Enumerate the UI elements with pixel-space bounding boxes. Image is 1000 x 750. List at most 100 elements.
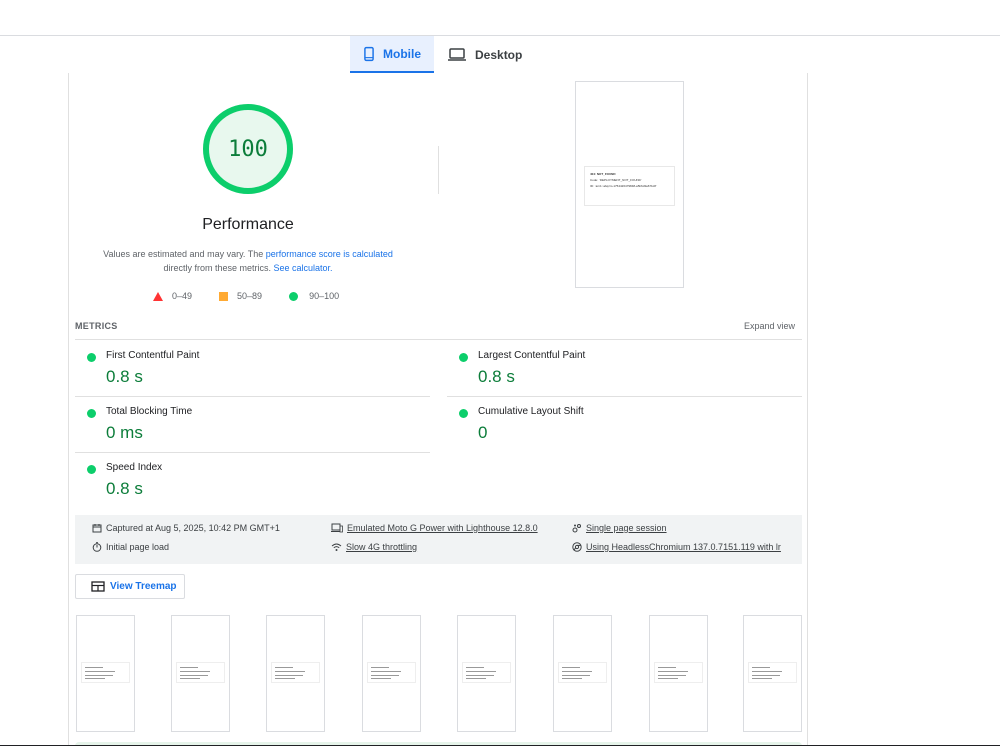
pass-dot-icon (87, 409, 96, 418)
laptop-icon (448, 48, 466, 61)
metric-label: Speed Index (106, 462, 163, 473)
view-treemap-button[interactable]: View Treemap (75, 574, 185, 599)
frame-text-line (371, 678, 391, 679)
legend-fail-label: 0–49 (172, 291, 193, 301)
screenshot-error-code: Code: `DEPLOYMENT_NOT_FOUND` (590, 178, 642, 182)
pass-dot-icon (87, 465, 96, 474)
filmstrip-frame (171, 615, 230, 732)
legend-pass: 90–100 (289, 291, 339, 301)
filmstrip-frame (553, 615, 612, 732)
smartphone-icon (364, 46, 374, 61)
score-calculated-link[interactable]: performance score is calculated (266, 249, 393, 259)
frame-error-box (81, 662, 130, 683)
frame-error-box (748, 662, 797, 683)
frame-text-line (752, 667, 770, 668)
bottom-edge (0, 745, 1000, 750)
calendar-icon (92, 524, 102, 533)
tab-desktop[interactable]: Desktop (434, 36, 535, 73)
frame-text-line (752, 678, 772, 679)
legend-pass-label: 90–100 (309, 291, 340, 301)
performance-score: 100 (228, 136, 268, 162)
metric-value: 0 (478, 423, 488, 442)
metric-label: First Contentful Paint (106, 350, 200, 361)
vertical-divider (438, 146, 439, 194)
metric-value: 0.8 s (106, 479, 143, 498)
frame-text-line (466, 671, 496, 672)
filmstrip-frame (76, 615, 135, 732)
frame-text-line (371, 675, 399, 676)
metric-label: Total Blocking Time (106, 406, 193, 417)
frame-text-line (466, 667, 484, 668)
frame-text-line (85, 671, 115, 672)
tab-mobile-label: Mobile (383, 46, 421, 61)
frame-text-line (371, 667, 389, 668)
frame-error-box (462, 662, 511, 683)
see-calculator-link[interactable]: See calculator. (273, 263, 332, 273)
metrics-divider (75, 339, 802, 340)
frame-text-line (275, 667, 293, 668)
frame-text-line (85, 678, 105, 679)
metric-value: 0.8 s (106, 367, 143, 386)
metric-label: Largest Contentful Paint (478, 350, 586, 361)
description-text-2: directly from these metrics. (163, 263, 274, 273)
expand-view-button[interactable]: Expand view (744, 321, 795, 331)
filmstrip-frame (266, 615, 325, 732)
performance-description: Values are estimated and may vary. The p… (89, 247, 407, 275)
frame-text-line (275, 675, 303, 676)
emulated-device[interactable]: Emulated Moto G Power with Lighthouse 12… (331, 523, 538, 533)
legend-fail: 0–49 (153, 291, 192, 301)
frame-text-line (180, 678, 200, 679)
frame-text-line (180, 671, 210, 672)
network-throttling[interactable]: Slow 4G throttling (331, 542, 417, 552)
frame-text-line (275, 671, 305, 672)
screenshot-error-id: ID: `arn1::abqzm-1754426479848-a5b6d3a67… (590, 184, 657, 188)
frame-text-line (180, 675, 208, 676)
performance-title: Performance (202, 216, 294, 233)
frame-text-line (275, 678, 295, 679)
frame-text-line (658, 678, 678, 679)
frame-text-line (466, 678, 486, 679)
triangle-icon (153, 291, 163, 301)
chrome-icon (572, 542, 582, 552)
frame-text-line (371, 671, 401, 672)
metric-value: 0 ms (106, 423, 143, 442)
metrics-row-divider (75, 396, 430, 397)
circle-icon (289, 291, 299, 301)
timer-icon (92, 542, 102, 552)
performance-gauge: 100 (202, 103, 294, 195)
frame-text-line (658, 667, 676, 668)
tab-desktop-label: Desktop (475, 47, 523, 62)
browser-version[interactable]: Using HeadlessChromium 137.0.7151.119 wi… (572, 542, 781, 552)
metric-value: 0.8 s (478, 367, 515, 386)
legend-average-label: 50–89 (237, 291, 263, 301)
initial-page-load-text: Initial page load (106, 542, 170, 552)
session-icon (572, 524, 581, 533)
filmstrip-frame (457, 615, 516, 732)
frame-text-line (562, 667, 580, 668)
top-bar (0, 0, 1000, 36)
final-screenshot[interactable]: 404: NOT_FOUND Code: `DEPLOYMENT_NOT_FOU… (575, 81, 684, 288)
wifi-icon (331, 543, 342, 551)
network-throttling-text: Slow 4G throttling (346, 542, 418, 552)
devices-icon (331, 523, 343, 533)
screenshot-error-title: 404: NOT_FOUND (590, 172, 616, 176)
single-page-session[interactable]: Single page session (572, 523, 667, 533)
captured-at-text: Captured at Aug 5, 2025, 10:42 PM GMT+1 (106, 523, 280, 533)
frame-text-line (752, 675, 780, 676)
frame-text-line (562, 675, 590, 676)
frame-error-box (271, 662, 320, 683)
tab-mobile[interactable]: Mobile (350, 36, 434, 73)
frame-error-box (558, 662, 607, 683)
frame-error-box (367, 662, 416, 683)
frame-text-line (658, 675, 686, 676)
frame-error-box (654, 662, 703, 683)
frame-text-line (562, 671, 592, 672)
device-tabs: Mobile Desktop (350, 36, 535, 73)
captured-at: Captured at Aug 5, 2025, 10:42 PM GMT+1 (92, 523, 280, 533)
report-panel: 100 Performance Values are estimated and… (68, 73, 808, 750)
frame-error-box (176, 662, 225, 683)
frame-text-line (562, 678, 582, 679)
frame-text-line (752, 671, 782, 672)
score-legend: 0–49 50–89 90–100 (153, 291, 366, 301)
metrics-header: METRICS (75, 321, 118, 331)
